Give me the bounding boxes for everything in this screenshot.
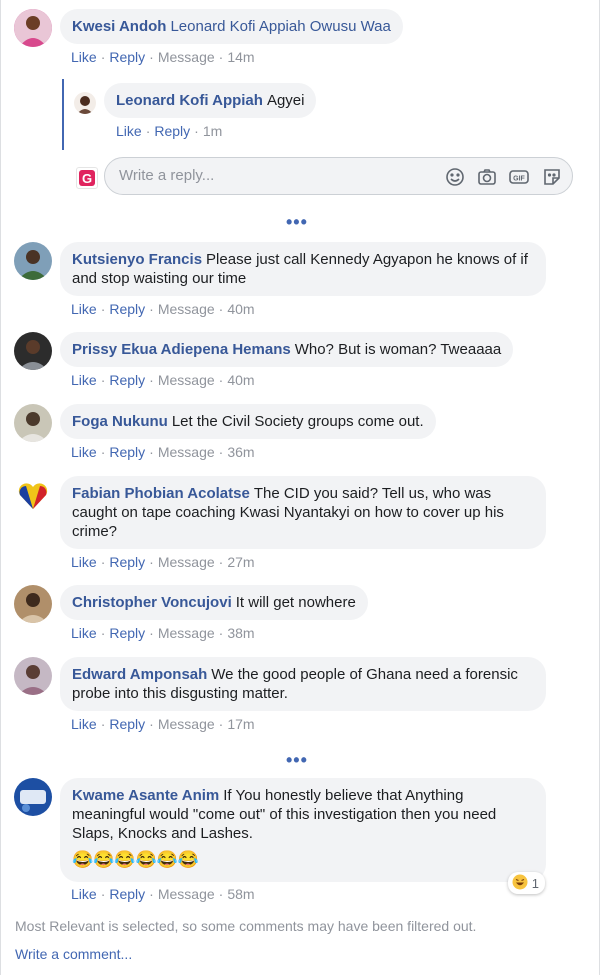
comment-bubble: Kwesi Andoh Leonard Kofi Appiah Owusu Waa	[60, 9, 403, 44]
avatar[interactable]	[74, 92, 96, 114]
like-link[interactable]: Like	[71, 554, 97, 570]
reply-link[interactable]: Reply	[109, 625, 145, 641]
timestamp[interactable]: 40m	[227, 372, 254, 388]
reply-input-box: GIF	[104, 157, 573, 195]
camera-icon[interactable]	[476, 166, 498, 188]
reply-link[interactable]: Reply	[109, 444, 145, 460]
message-link[interactable]: Message	[158, 372, 215, 388]
reaction-badge[interactable]: 1	[507, 872, 545, 894]
laugh-reaction-icon	[512, 874, 528, 893]
comment-actions: Like · Reply · Message · 40m	[71, 372, 255, 388]
message-link[interactable]: Message	[158, 554, 215, 570]
comment-bubble: Foga Nukunu Let the Civil Society groups …	[60, 404, 436, 439]
timestamp[interactable]: 14m	[227, 49, 254, 65]
avatar[interactable]	[14, 242, 52, 280]
reply-link[interactable]: Reply	[109, 301, 145, 317]
svg-text:G: G	[82, 171, 92, 186]
timestamp[interactable]: 58m	[227, 886, 254, 902]
avatar[interactable]	[14, 778, 52, 816]
reaction-count: 1	[531, 875, 539, 891]
timestamp[interactable]: 17m	[227, 716, 254, 732]
filter-note: Most Relevant is selected, so some comme…	[15, 918, 477, 934]
comment-bubble: Fabian Phobian Acolatse The CID you said?…	[60, 476, 546, 549]
like-link[interactable]: Like	[116, 123, 142, 139]
comment-bubble: Prissy Ekua Adiepena Hemans Who? But is w…	[60, 332, 514, 367]
emoji-icon[interactable]	[444, 166, 466, 188]
message-link[interactable]: Message	[158, 716, 215, 732]
comment-text: Let the Civil Society groups come out.	[171, 413, 424, 430]
reply-text: Agyei	[266, 92, 305, 109]
comment-author[interactable]: Kutsienyo Francis	[72, 251, 202, 268]
more-replies-dots[interactable]: •••	[286, 212, 308, 233]
reply-input[interactable]	[117, 166, 421, 185]
reply-link[interactable]: Reply	[109, 372, 145, 388]
reply-link[interactable]: Reply	[109, 554, 145, 570]
like-link[interactable]: Like	[71, 625, 97, 641]
like-link[interactable]: Like	[71, 444, 97, 460]
comment-actions: Like · Reply · Message · 40m	[71, 301, 255, 317]
comment-text: It will get nowhere	[235, 594, 356, 611]
like-link[interactable]: Like	[71, 372, 97, 388]
comment-actions: Like · Reply · Message · 38m	[71, 625, 255, 641]
timestamp[interactable]: 1m	[203, 123, 222, 139]
comment-bubble: Christopher Voncujovi It will get nowhere	[60, 585, 368, 620]
like-link[interactable]: Like	[71, 716, 97, 732]
avatar[interactable]	[14, 585, 52, 623]
reply-link[interactable]: Reply	[154, 123, 190, 139]
frame-left-border	[0, 0, 1, 975]
like-link[interactable]: Like	[71, 49, 97, 65]
comment-author[interactable]: Kwesi Andoh	[72, 18, 166, 35]
comment-author[interactable]: Foga Nukunu	[72, 413, 168, 430]
comment-text: Who? But is woman? Tweaaaa	[294, 341, 502, 358]
reply-link[interactable]: Reply	[109, 716, 145, 732]
user-avatar-icon: G	[76, 167, 98, 189]
comment-text: Leonard Kofi Appiah Owusu Waa	[170, 18, 391, 35]
avatar[interactable]	[14, 9, 52, 47]
emoji-row: 😂😂😂😂😂😂	[72, 850, 200, 869]
reply-link[interactable]: Reply	[109, 886, 145, 902]
comment-author[interactable]: Prissy Ekua Adiepena Hemans	[72, 341, 291, 358]
timestamp[interactable]: 38m	[227, 625, 254, 641]
svg-text:GIF: GIF	[513, 176, 525, 183]
sticker-icon[interactable]	[541, 166, 563, 188]
avatar[interactable]	[14, 332, 52, 370]
comment-bubble: Kutsienyo Francis Please just call Kenned…	[60, 242, 546, 296]
message-link[interactable]: Message	[158, 301, 215, 317]
message-link[interactable]: Message	[158, 886, 215, 902]
comment-actions: Like · Reply · Message · 36m	[71, 444, 255, 460]
like-link[interactable]: Like	[71, 301, 97, 317]
comment-actions: Like · Reply · Message · 58m	[71, 886, 255, 902]
reply-actions: Like · Reply · 1m	[116, 123, 223, 139]
comment-author[interactable]: Edward Amponsah	[72, 666, 207, 683]
reply-author[interactable]: Leonard Kofi Appiah	[116, 92, 263, 109]
avatar[interactable]	[14, 657, 52, 695]
reply-bubble: Leonard Kofi Appiah Agyei	[104, 83, 317, 118]
reply-link[interactable]: Reply	[109, 49, 145, 65]
comment-author[interactable]: Fabian Phobian Acolatse	[72, 485, 250, 502]
timestamp[interactable]: 40m	[227, 301, 254, 317]
like-link[interactable]: Like	[71, 886, 97, 902]
message-link[interactable]: Message	[158, 625, 215, 641]
comment-bubble: Kwame Asante Anim If You honestly believe…	[60, 778, 546, 882]
timestamp[interactable]: 27m	[227, 554, 254, 570]
reply-thread-bar	[62, 79, 64, 150]
avatar[interactable]	[14, 404, 52, 442]
comment-actions: Like · Reply · Message · 17m	[71, 716, 255, 732]
message-link[interactable]: Message	[158, 49, 215, 65]
comment-author[interactable]: Christopher Voncujovi	[72, 594, 232, 611]
gif-icon[interactable]: GIF	[508, 166, 530, 188]
message-link[interactable]: Message	[158, 444, 215, 460]
comment-author[interactable]: Kwame Asante Anim	[72, 787, 219, 804]
comment-bubble: Edward Amponsah We the good people of Gha…	[60, 657, 546, 711]
avatar[interactable]	[14, 476, 52, 514]
comment-actions: Like · Reply · Message · 14m	[71, 49, 255, 65]
comment-actions: Like · Reply · Message · 27m	[71, 554, 255, 570]
timestamp[interactable]: 36m	[227, 444, 254, 460]
write-comment-link[interactable]: Write a comment...	[15, 946, 132, 962]
more-comments-dots[interactable]: •••	[286, 750, 308, 771]
